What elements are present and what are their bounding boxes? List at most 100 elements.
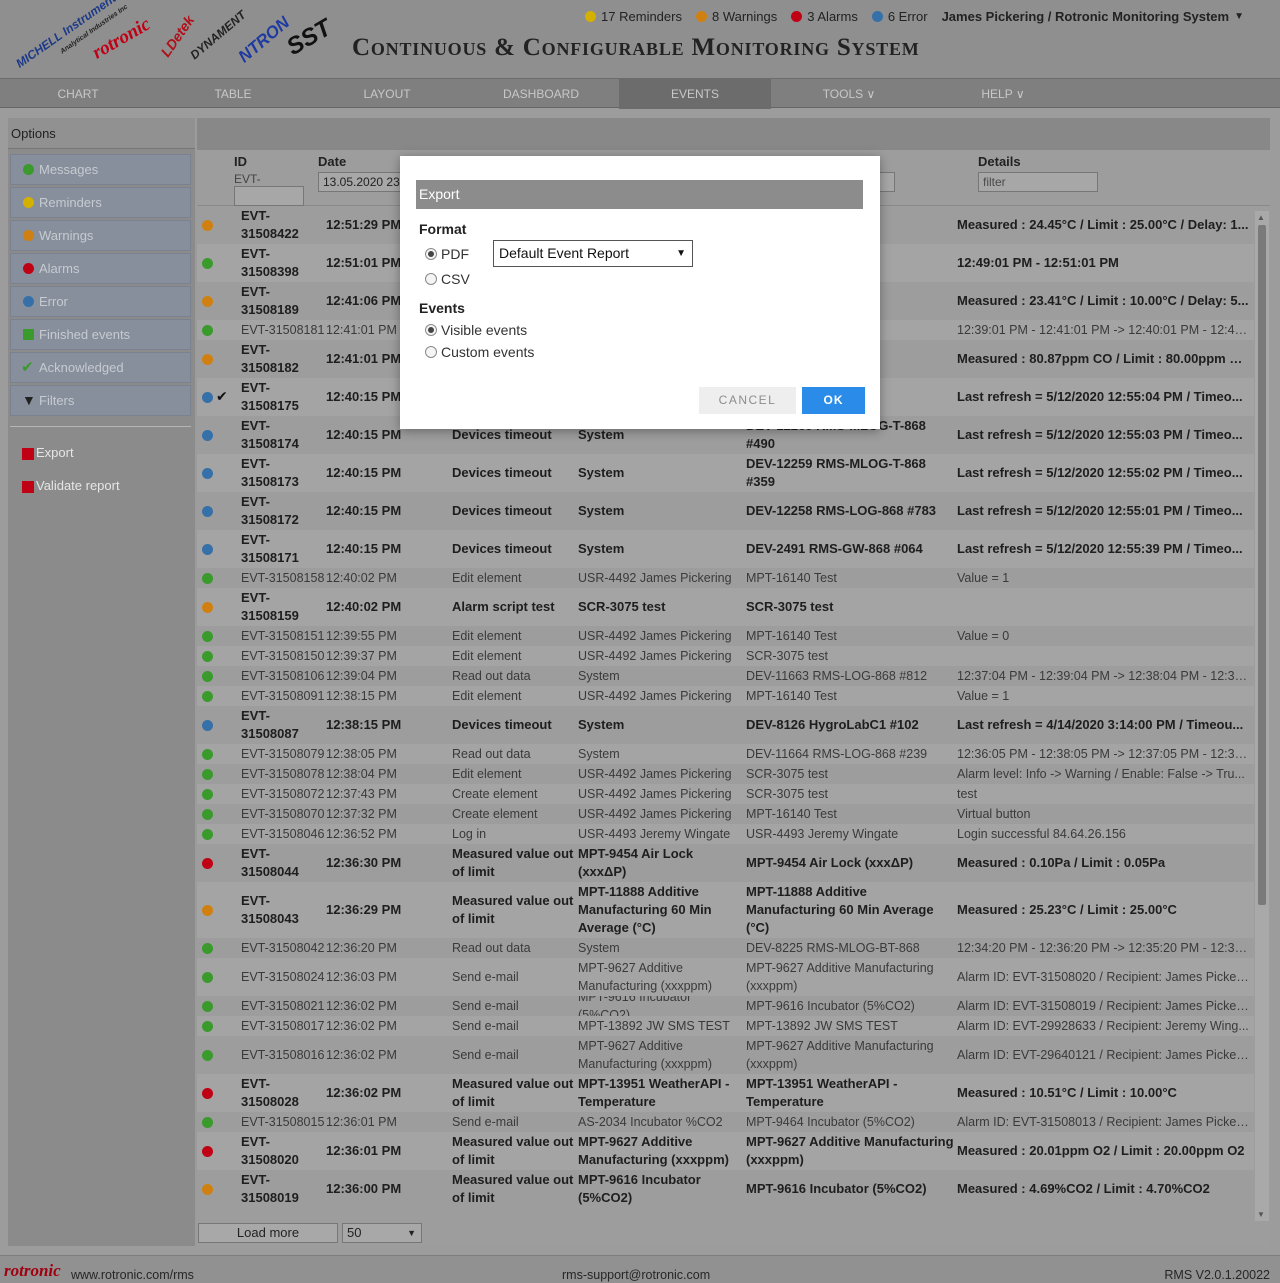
reminders-status[interactable]: 17 Reminders bbox=[585, 9, 682, 24]
severity-dot-icon bbox=[202, 544, 213, 555]
scroll-up-icon[interactable]: ▲ bbox=[1257, 213, 1265, 222]
cell-id-text: EVT-31508181 bbox=[241, 323, 325, 337]
id-filter-input[interactable] bbox=[234, 186, 304, 206]
col-details-header[interactable]: Details bbox=[978, 154, 1021, 169]
cell-id-text: EVT-31508079 bbox=[241, 747, 325, 761]
table-row[interactable]: EVT-31508070 12:37:32 PM Create element USR… bbox=[197, 804, 1254, 824]
cell-date-text: 12:36:52 PM bbox=[326, 827, 397, 841]
visible-events-radio[interactable]: Visible events bbox=[425, 322, 527, 338]
export-action[interactable]: Export bbox=[22, 445, 74, 460]
severity-dot-icon bbox=[202, 905, 213, 916]
table-row[interactable]: EVT-31508091 12:38:15 PM Edit element USR-4… bbox=[197, 686, 1254, 706]
table-row[interactable]: EVT-31508015 12:36:01 PM Send e-mail AS-203… bbox=[197, 1112, 1254, 1132]
filter-error[interactable]: Error bbox=[10, 286, 191, 317]
table-row[interactable]: EVT-31508150 12:39:37 PM Edit element USR-4… bbox=[197, 646, 1254, 666]
table-row[interactable]: EVT-31508159 12:40:02 PM Alarm script test… bbox=[197, 588, 1254, 626]
cell-element: DEV-11664 RMS-LOG-868 #239 bbox=[746, 744, 955, 764]
cell-date: 12:40:15 PM bbox=[326, 492, 448, 530]
table-row[interactable]: EVT-31508046 12:36:52 PM Log in USR-4493 Je… bbox=[197, 824, 1254, 844]
tab-events[interactable]: EVENTS bbox=[619, 79, 771, 109]
cell-type-text: Measured value out of limit bbox=[452, 1076, 574, 1109]
table-row[interactable]: EVT-31508158 12:40:02 PM Edit element USR-4… bbox=[197, 568, 1254, 588]
ok-button[interactable]: OK bbox=[802, 387, 865, 414]
filter-filters[interactable]: ▼ Filters bbox=[10, 385, 191, 416]
table-row[interactable]: EVT-31508072 12:37:43 PM Create element USR… bbox=[197, 784, 1254, 804]
page-size-select[interactable]: 50 ▼ bbox=[342, 1223, 422, 1243]
table-row[interactable]: EVT-31508078 12:38:04 PM Edit element USR-4… bbox=[197, 764, 1254, 784]
alarms-dot-icon bbox=[791, 10, 803, 22]
format-csv-radio[interactable]: CSV bbox=[425, 271, 470, 287]
report-template-select[interactable]: Default Event Report ▼ bbox=[493, 240, 693, 267]
reminders-dot-icon bbox=[23, 197, 34, 208]
format-pdf-radio[interactable]: PDF bbox=[425, 246, 469, 262]
footer-website-link[interactable]: www.rotronic.com/rms bbox=[71, 1268, 194, 1282]
scroll-thumb[interactable] bbox=[1258, 225, 1266, 905]
severity-dot-icon bbox=[202, 943, 213, 954]
tab-table[interactable]: TABLE bbox=[157, 79, 309, 109]
filter-finished-events[interactable]: Finished events bbox=[10, 319, 191, 350]
cell-element: MPT-9454 Air Lock (xxxΔP) bbox=[746, 844, 955, 882]
footer-email-link[interactable]: rms-support@rotronic.com bbox=[562, 1268, 710, 1282]
tab-chart[interactable]: CHART bbox=[2, 79, 154, 109]
table-row[interactable]: EVT-31508043 12:36:29 PM Measured value ou… bbox=[197, 882, 1254, 938]
table-row[interactable]: EVT-31508087 12:38:15 PM Devices timeout Sy… bbox=[197, 706, 1254, 744]
cell-id-text: EVT-31508087 bbox=[241, 708, 299, 741]
filter-messages[interactable]: Messages bbox=[10, 154, 191, 185]
cell-element-text: MPT-11888 Additive Manufacturing 60 Min … bbox=[746, 884, 934, 935]
cell-type: Devices timeout bbox=[452, 706, 574, 744]
cell-details-text: Measured : 20.01ppm O2 / Limit : 20.00pp… bbox=[957, 1143, 1245, 1158]
table-row[interactable]: EVT-31508172 12:40:15 PM Devices timeout Sy… bbox=[197, 492, 1254, 530]
table-row[interactable]: EVT-31508106 12:39:04 PM Read out data Syst… bbox=[197, 666, 1254, 686]
filter-acknowledged[interactable]: ✔ Acknowledged bbox=[10, 352, 191, 383]
cell-id-text: EVT-31508078 bbox=[241, 767, 325, 781]
table-row[interactable]: EVT-31508024 12:36:03 PM Send e-mail MPT-96… bbox=[197, 958, 1254, 996]
tab-dashboard[interactable]: DASHBOARD bbox=[465, 79, 617, 109]
table-row[interactable]: EVT-31508044 12:36:30 PM Measured value ou… bbox=[197, 844, 1254, 882]
tab-help[interactable]: HELP ∨ bbox=[927, 79, 1079, 109]
validate-report-action[interactable]: Validate report bbox=[22, 478, 120, 493]
table-row[interactable]: EVT-31508017 12:36:02 PM Send e-mail MPT-13… bbox=[197, 1016, 1254, 1036]
messages-dot-icon bbox=[23, 164, 34, 175]
user-menu[interactable]: James Pickering / Rotronic Monitoring Sy… bbox=[942, 9, 1244, 24]
cell-type-text: Send e-mail bbox=[452, 1019, 519, 1033]
errors-status[interactable]: 6 Error bbox=[871, 9, 928, 24]
custom-events-radio[interactable]: Custom events bbox=[425, 344, 534, 360]
col-id-header[interactable]: ID bbox=[234, 154, 247, 169]
tab-layout[interactable]: LAYOUT bbox=[311, 79, 463, 109]
table-row[interactable]: EVT-31508021 12:36:02 PM Send e-mail MPT-96… bbox=[197, 996, 1254, 1016]
cell-source-text: USR-4492 James Pickering bbox=[578, 649, 732, 663]
cell-type-text: Alarm script test bbox=[452, 599, 555, 614]
table-row[interactable]: EVT-31508019 12:36:00 PM Measured value ou… bbox=[197, 1170, 1254, 1208]
table-row[interactable]: EVT-31508016 12:36:02 PM Send e-mail MPT-96… bbox=[197, 1036, 1254, 1074]
details-filter-input[interactable]: filter bbox=[978, 172, 1098, 192]
date-filter-input[interactable]: 13.05.2020 23 bbox=[318, 172, 408, 192]
table-row[interactable]: EVT-31508042 12:36:20 PM Read out data Syst… bbox=[197, 938, 1254, 958]
col-date-header[interactable]: Date bbox=[318, 154, 346, 169]
warnings-status[interactable]: 8 Warnings bbox=[695, 9, 777, 24]
cell-details: Last refresh = 5/12/2020 12:55:04 PM / T… bbox=[957, 378, 1249, 416]
table-row[interactable]: EVT-31508020 12:36:01 PM Measured value ou… bbox=[197, 1132, 1254, 1170]
table-row[interactable]: EVT-31508173 12:40:15 PM Devices timeout Sy… bbox=[197, 454, 1254, 492]
severity-dot-icon bbox=[202, 651, 213, 662]
funnel-icon: ▼ bbox=[22, 392, 36, 408]
cell-details-text: Login successful 84.64.26.156 bbox=[957, 827, 1126, 841]
filter-reminders[interactable]: Reminders bbox=[10, 187, 191, 218]
warnings-dot-icon bbox=[23, 230, 34, 241]
cell-element: MPT-16140 Test bbox=[746, 686, 955, 706]
cancel-button[interactable]: CANCEL bbox=[699, 387, 796, 414]
cell-source-text: System bbox=[578, 541, 625, 556]
table-scrollbar[interactable]: ▲ ▼ bbox=[1255, 211, 1269, 1221]
filter-alarms[interactable]: Alarms bbox=[10, 253, 191, 284]
load-more-button[interactable]: Load more bbox=[198, 1223, 338, 1243]
cell-details-text: 12:34:20 PM - 12:36:20 PM -> 12:35:20 PM… bbox=[957, 941, 1249, 955]
table-row[interactable]: EVT-31508028 12:36:02 PM Measured value ou… bbox=[197, 1074, 1254, 1112]
table-row[interactable]: EVT-31508079 12:38:05 PM Read out data Syst… bbox=[197, 744, 1254, 764]
cell-id-text: EVT-31508028 bbox=[241, 1076, 299, 1109]
filter-warnings[interactable]: Warnings bbox=[10, 220, 191, 251]
alarms-status[interactable]: 3 Alarms bbox=[791, 9, 858, 24]
cell-date-text: 12:36:00 PM bbox=[326, 1181, 402, 1196]
table-row[interactable]: EVT-31508171 12:40:15 PM Devices timeout Sy… bbox=[197, 530, 1254, 568]
tab-tools[interactable]: TOOLS ∨ bbox=[773, 79, 925, 109]
table-row[interactable]: EVT-31508151 12:39:55 PM Edit element USR-4… bbox=[197, 626, 1254, 646]
scroll-down-icon[interactable]: ▼ bbox=[1257, 1210, 1265, 1219]
